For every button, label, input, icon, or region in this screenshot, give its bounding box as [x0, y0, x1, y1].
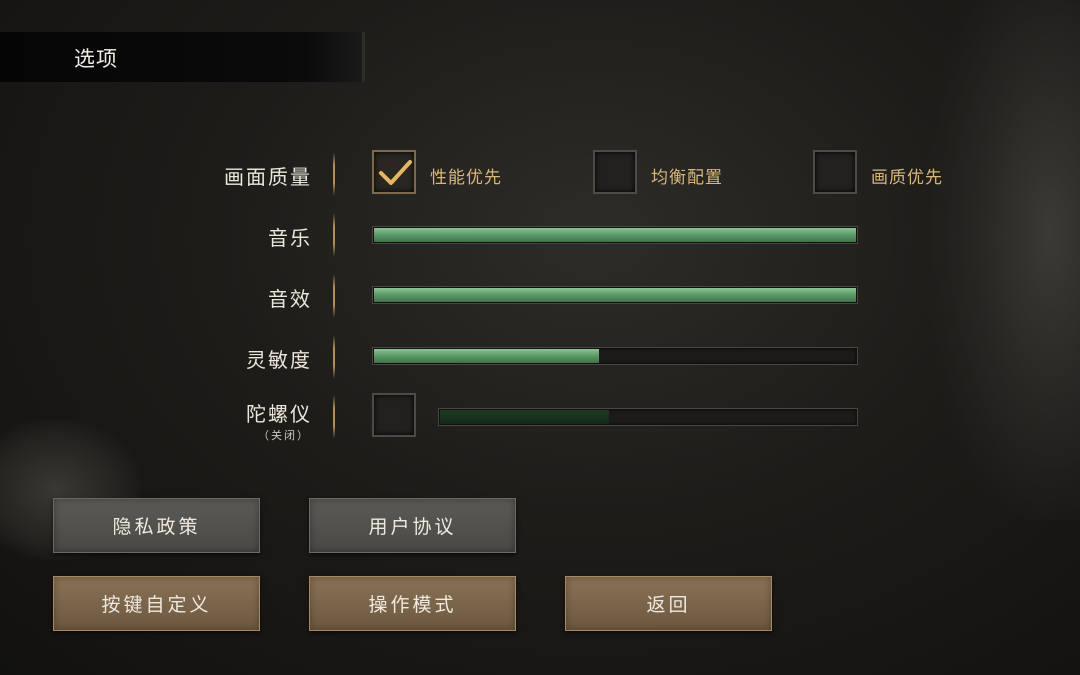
quality-checkbox[interactable] [813, 150, 857, 194]
music-label: 音乐 [268, 226, 312, 250]
quality-option-label[interactable]: 画质优先 [871, 163, 943, 188]
page-title: 选项 [74, 47, 118, 71]
row-divider [333, 274, 335, 318]
row-divider [333, 335, 335, 379]
music-slider-fill [374, 228, 856, 242]
title-bar: 选项 [0, 32, 365, 82]
gyro-checkbox[interactable] [372, 393, 416, 437]
privacy-policy-button[interactable]: 隐私政策 [53, 498, 260, 553]
sensitivity-slider[interactable] [372, 347, 858, 365]
balanced-checkbox[interactable] [593, 150, 637, 194]
control-mode-button[interactable]: 操作模式 [309, 576, 516, 631]
gyro-status-label: （关闭） [258, 429, 310, 442]
back-button[interactable]: 返回 [565, 576, 772, 631]
sfx-slider-fill [374, 288, 856, 302]
row-divider [333, 152, 335, 196]
performance-checkbox[interactable] [372, 150, 416, 194]
key-binding-button[interactable]: 按键自定义 [53, 576, 260, 631]
user-agreement-button[interactable]: 用户协议 [309, 498, 516, 553]
sensitivity-label: 灵敏度 [246, 348, 312, 372]
gyro-label: 陀螺仪 [246, 402, 312, 426]
gyro-slider[interactable] [438, 408, 858, 426]
sfx-label: 音效 [268, 287, 312, 311]
background-rock-right [930, 0, 1080, 520]
check-icon [379, 160, 412, 185]
row-divider [333, 213, 335, 257]
gyro-slider-fill [440, 410, 610, 424]
performance-option-label[interactable]: 性能优先 [430, 163, 502, 188]
music-slider[interactable] [372, 226, 858, 244]
sensitivity-slider-fill [374, 349, 600, 363]
graphics-quality-label: 画面质量 [224, 165, 312, 189]
sfx-slider[interactable] [372, 286, 858, 304]
balanced-option-label[interactable]: 均衡配置 [651, 163, 723, 188]
row-divider [333, 395, 335, 439]
